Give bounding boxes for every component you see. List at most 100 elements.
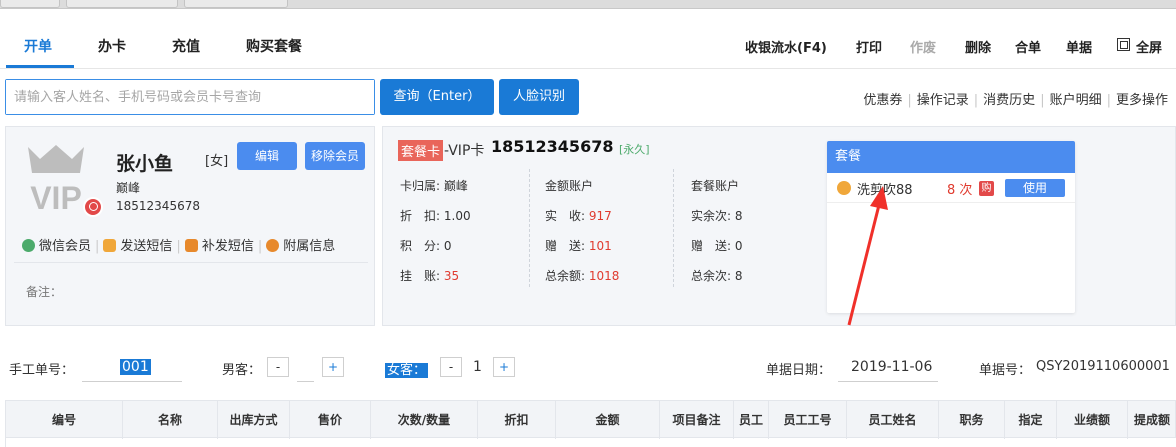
doc-date-label: 单据日期：: [766, 363, 832, 378]
delete-button[interactable]: 删除: [965, 37, 991, 56]
void-button[interactable]: 作废: [910, 37, 936, 56]
doc-date-input[interactable]: 2019-11-06: [851, 359, 932, 375]
col-header-item-remark[interactable]: 项目备注: [660, 401, 734, 439]
merge-order-button[interactable]: 合单: [1015, 37, 1041, 56]
browser-tab[interactable]: [184, 0, 288, 8]
search-badge-icon: [83, 197, 103, 217]
col-header-discount[interactable]: 折扣: [478, 401, 556, 439]
col-header-amount[interactable]: 金额: [556, 401, 660, 439]
actual-value: 917: [588, 209, 612, 223]
male-minus-button[interactable]: -: [267, 357, 289, 377]
col-header-commission[interactable]: 提成额: [1128, 401, 1176, 439]
customer-name: 张小鱼: [116, 153, 174, 175]
female-minus-button[interactable]: -: [440, 357, 462, 377]
remark-label: 备注：: [26, 285, 63, 299]
active-tab-indicator: [6, 65, 74, 68]
total-label: 总余额:: [545, 269, 586, 283]
wechat-member-action[interactable]: 微信会员: [22, 235, 91, 254]
card-level: -VIP卡: [444, 143, 485, 159]
attached-info-label: 附属信息: [283, 239, 336, 254]
male-label: 男客：: [222, 363, 262, 378]
divider: [529, 169, 530, 287]
attachment-icon: [266, 239, 280, 252]
points-label: 积 分:: [400, 239, 441, 253]
package-box: 套餐 洗剪吹88 8 次 购 使用: [827, 141, 1075, 313]
operation-log-link[interactable]: 操作记录: [917, 93, 969, 108]
account-detail-link[interactable]: 账户明细: [1050, 93, 1102, 108]
gift-value: 101: [588, 239, 612, 253]
divider: [673, 169, 674, 287]
col-header-staff[interactable]: 员工: [734, 401, 769, 439]
gift-label: 赠 送:: [545, 239, 586, 253]
fullscreen-icon[interactable]: [1117, 38, 1130, 51]
tab-recharge[interactable]: 充值: [172, 36, 200, 56]
resend-sms-label: 补发短信: [201, 239, 254, 254]
doc-date-underline: [838, 381, 938, 382]
face-recognition-button[interactable]: 人脸识别: [499, 79, 579, 115]
male-count-underline: [297, 381, 314, 382]
gift-times: 赠 送: 0: [691, 237, 743, 254]
total-balance: 总余额: 1018: [545, 267, 619, 284]
attached-info-action[interactable]: 附属信息: [266, 235, 335, 254]
col-header-staff-no[interactable]: 员工工号: [769, 401, 847, 439]
svg-text:VIP: VIP: [30, 180, 82, 215]
search-input[interactable]: [6, 80, 374, 114]
col-header-staff-name[interactable]: 员工姓名: [847, 401, 939, 439]
message-icon: [184, 239, 198, 252]
female-label-text: 女客：: [385, 363, 429, 378]
mail-icon: [103, 239, 117, 252]
col-header-designated[interactable]: 指定: [1005, 401, 1057, 439]
female-plus-button[interactable]: +: [493, 357, 515, 377]
manual-no-value: 001: [120, 359, 151, 375]
col-header-id[interactable]: 编号: [6, 401, 123, 439]
items-table-header: 编号 名称 出库方式 售价 次数/数量 折扣 金额 项目备注 员工 员工工号 员…: [5, 400, 1176, 439]
print-button[interactable]: 打印: [856, 37, 882, 56]
card-owner-label: 卡归属:: [400, 179, 441, 193]
card-points: 积 分: 0: [400, 237, 452, 254]
card-validity: [永久]: [619, 143, 650, 156]
customer-stylist: 巅峰: [116, 181, 141, 195]
more-operations-link[interactable]: 更多操作: [1116, 93, 1168, 108]
coupons-link[interactable]: 优惠券: [863, 93, 902, 108]
send-sms-action[interactable]: 发送短信: [103, 235, 172, 254]
package-header: 套餐: [827, 141, 1075, 173]
send-sms-label: 发送短信: [120, 239, 173, 254]
actual-received: 实 收: 917: [545, 207, 612, 224]
tab-buy-package[interactable]: 购买套餐: [246, 36, 302, 56]
col-header-position[interactable]: 职务: [939, 401, 1005, 439]
quick-links: 优惠券 | 操作记录 | 消费历史 | 账户明细 | 更多操作: [863, 93, 1168, 108]
cash-flow-button[interactable]: 收银流水(F4): [745, 37, 827, 56]
remove-member-button[interactable]: 移除会员: [305, 142, 365, 170]
manual-no-input[interactable]: 001: [120, 359, 151, 375]
resend-sms-action[interactable]: 补发短信: [184, 235, 254, 254]
browser-tab[interactable]: [66, 0, 178, 8]
customer-search: [5, 79, 375, 115]
browser-tab-strip: [0, 0, 1176, 9]
consumption-history-link[interactable]: 消费历史: [983, 93, 1035, 108]
tab-open-order[interactable]: 开单: [24, 36, 52, 56]
package-account-title: 套餐账户: [691, 179, 740, 193]
documents-button[interactable]: 单据: [1066, 37, 1092, 56]
total-times-label: 总余次:: [691, 269, 732, 283]
col-header-price[interactable]: 售价: [290, 401, 371, 439]
col-header-performance[interactable]: 业绩额: [1057, 401, 1128, 439]
fullscreen-button[interactable]: 全屏: [1136, 37, 1162, 56]
use-package-button[interactable]: 使用: [1005, 179, 1065, 197]
col-header-name[interactable]: 名称: [123, 401, 218, 439]
male-plus-button[interactable]: +: [322, 357, 344, 377]
female-count[interactable]: 1: [473, 359, 482, 375]
card-number: 18512345678: [491, 137, 614, 156]
browser-tab[interactable]: [0, 0, 60, 8]
edit-member-button[interactable]: 编辑: [237, 142, 297, 170]
discount-value: 1.00: [443, 209, 471, 223]
col-header-outbound[interactable]: 出库方式: [218, 401, 290, 439]
customer-panel: VIP 张小鱼 [女] 巅峰 18512345678 编辑 移除会员 微信会员 |…: [5, 126, 375, 326]
col-header-quantity[interactable]: 次数/数量: [371, 401, 478, 439]
card-discount: 折 扣: 1.00: [400, 207, 471, 224]
buy-tag: 购: [979, 181, 994, 196]
query-button[interactable]: 查询（Enter）: [380, 79, 494, 115]
amount-account-title: 金额账户: [545, 179, 594, 193]
tab-card[interactable]: 办卡: [98, 36, 126, 56]
female-label: 女客：: [385, 359, 429, 378]
customer-gender: [女]: [205, 154, 229, 169]
